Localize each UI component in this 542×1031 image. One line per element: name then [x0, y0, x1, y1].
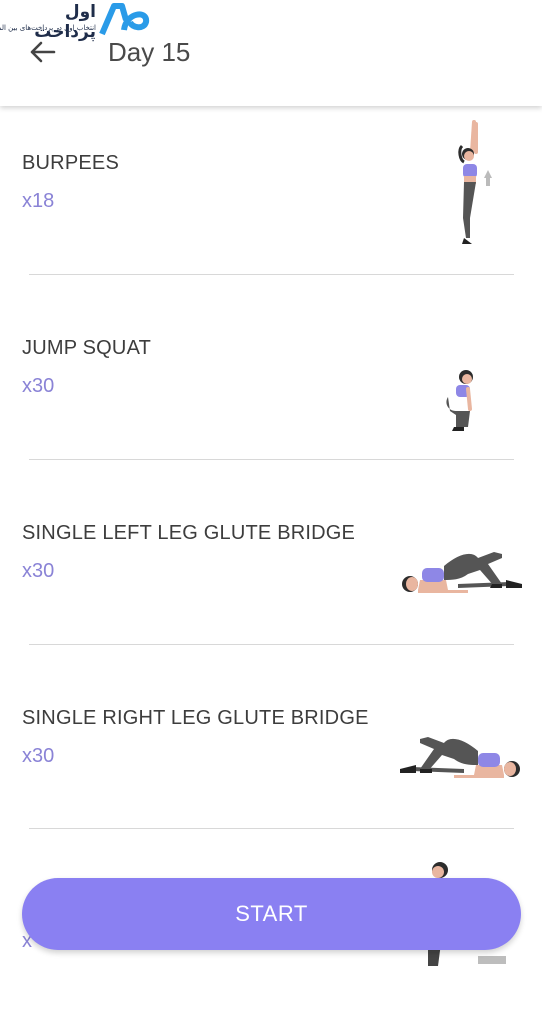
left-leg-glute-bridge-figure-icon	[402, 552, 522, 593]
jump-squat-figure-icon	[446, 370, 473, 431]
burpees-figure-icon	[458, 120, 492, 244]
divider	[29, 828, 514, 829]
divider	[29, 274, 514, 275]
arrow-left-icon	[30, 41, 56, 63]
divider	[29, 459, 514, 460]
exercise-item[interactable]: BURPEES x18	[0, 106, 542, 291]
back-button[interactable]	[24, 34, 60, 70]
right-leg-glute-bridge-figure-icon	[400, 737, 520, 778]
exercise-item[interactable]: SINGLE LEFT LEG GLUTE BRIDGE x30	[0, 476, 542, 661]
exercise-reps: x30	[22, 745, 55, 767]
watermark-ap-icon	[99, 3, 149, 36]
watermark-tagline: انتخاب اول در پرداخت‌های بین المللی	[0, 24, 96, 32]
exercise-name: SINGLE RIGHT LEG GLUTE BRIDGE	[22, 707, 369, 729]
exercise-reps: x30	[22, 560, 55, 582]
exercise-reps: x30	[22, 375, 55, 397]
exercise-reps: x18	[22, 190, 55, 212]
start-button[interactable]: START	[22, 878, 521, 950]
exercise-name: SINGLE LEFT LEG GLUTE BRIDGE	[22, 522, 356, 544]
exercise-name: JUMP SQUAT	[22, 337, 152, 359]
exercise-item[interactable]: SINGLE RIGHT LEG GLUTE BRIDGE x30	[0, 661, 542, 846]
page-title: Day 15	[108, 37, 191, 67]
app-header: اول پرداخت انتخاب اول در پرداخت‌های بین …	[0, 0, 542, 106]
exercise-item[interactable]: JUMP SQUAT x30	[0, 291, 542, 476]
divider	[29, 644, 514, 645]
exercise-name: BURPEES	[22, 152, 119, 174]
